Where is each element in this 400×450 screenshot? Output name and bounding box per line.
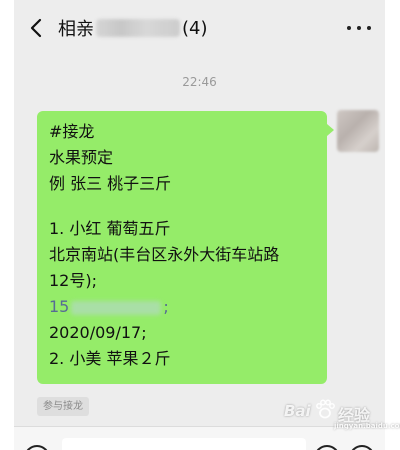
voice-icon[interactable]: [24, 445, 50, 450]
message-timestamp: 22:46: [182, 75, 217, 89]
join-chain-button[interactable]: 参与接龙: [37, 397, 89, 416]
message-line-blank: [49, 197, 317, 216]
chevron-left-icon[interactable]: [26, 14, 48, 42]
phone-number-link[interactable]: 15;: [49, 294, 317, 320]
avatar[interactable]: [337, 110, 379, 152]
phone-suffix: ;: [163, 297, 169, 316]
chat-screen: 相亲 (4) 22:46 #接龙 水果预定 例 张三 桃子三斤 1. 小红 葡萄…: [14, 0, 385, 450]
dot: [357, 26, 361, 30]
dot: [367, 26, 371, 30]
member-count: (4): [182, 17, 208, 39]
message-line: 水果预定: [49, 148, 114, 167]
phone-redacted: [71, 300, 162, 315]
bubble-tail: [327, 124, 334, 136]
message-line: 2. 小美 苹果２斤: [49, 349, 171, 368]
watermark-url: jingyan.baidu.com: [334, 422, 400, 430]
group-name: 相亲: [58, 19, 94, 40]
message-input[interactable]: [62, 438, 306, 450]
message-line: 1. 小红 葡萄五斤: [49, 219, 171, 238]
chat-title: 相亲 (4): [58, 15, 208, 41]
dot: [347, 26, 351, 30]
watermark-text-left: Bai: [284, 402, 311, 420]
message-line: #接龙: [49, 122, 95, 141]
more-dots-icon[interactable]: [347, 18, 371, 38]
message-line: 2020/09/17;: [49, 323, 147, 342]
message-line: 12号);: [49, 271, 97, 290]
group-name-redacted: [96, 19, 180, 37]
paw-logo-icon: [316, 399, 335, 419]
plus-icon[interactable]: [349, 445, 375, 450]
message-line: 北京南站(丰台区永外大街车站路: [49, 245, 280, 264]
chat-header: 相亲 (4): [14, 0, 385, 56]
baidu-watermark: Bai 经验 jingyan.baidu.com: [284, 394, 400, 434]
phone-prefix: 15: [49, 297, 70, 316]
message-bubble[interactable]: #接龙 水果预定 例 张三 桃子三斤 1. 小红 葡萄五斤 北京南站(丰台区永外…: [37, 111, 327, 384]
message-line: 例 张三 桃子三斤: [49, 174, 172, 193]
emoji-icon[interactable]: [314, 445, 340, 450]
